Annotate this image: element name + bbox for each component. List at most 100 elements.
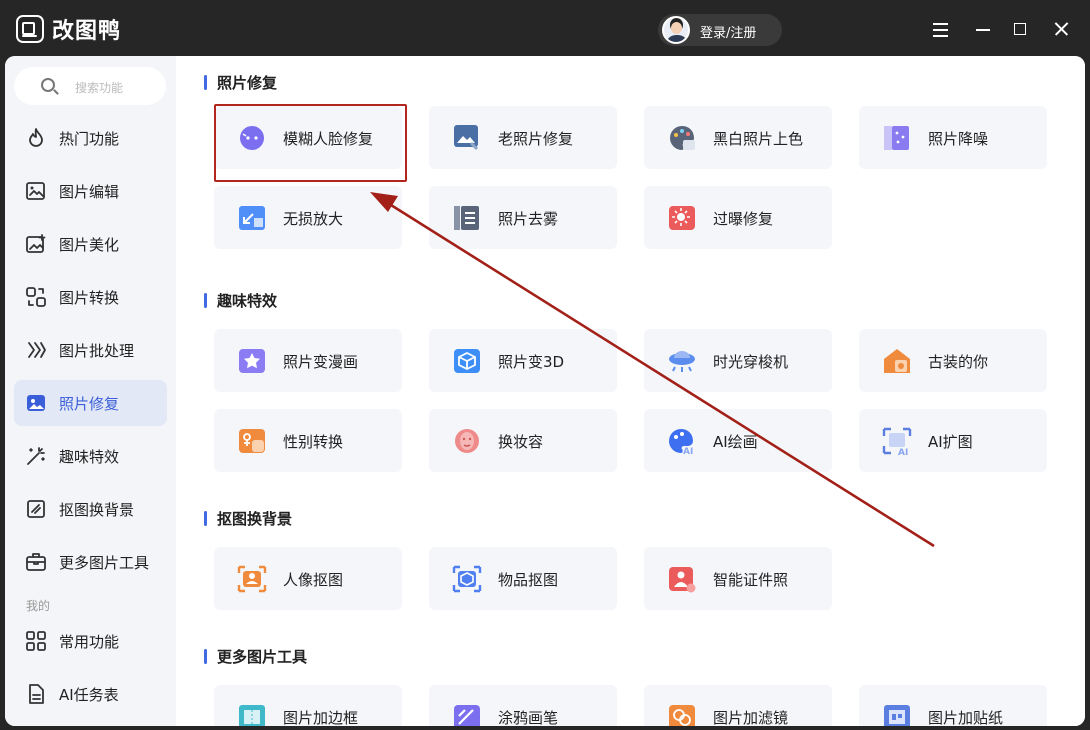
document-icon xyxy=(25,683,47,705)
tool-card-object-cutout[interactable]: 物品抠图 xyxy=(429,547,617,610)
tool-card-label: 照片降噪 xyxy=(928,130,989,148)
sidebar-item-batch[interactable]: 图片批处理 xyxy=(14,327,167,373)
frame-icon xyxy=(236,702,268,726)
tool-card-palette[interactable]: 黑白照片上色 xyxy=(644,106,832,169)
tool-card-label: 黑白照片上色 xyxy=(713,130,804,148)
sidebar-item-label: 图片编辑 xyxy=(59,183,120,201)
tool-card-label: 图片加贴纸 xyxy=(928,709,1004,726)
tool-card-label: 人像抠图 xyxy=(283,571,344,589)
login-button[interactable]: 登录/注册 xyxy=(658,14,782,46)
sidebar-item-cutout[interactable]: 抠图换背景 xyxy=(14,486,167,532)
sidebar-item-toolbox[interactable]: 更多图片工具 xyxy=(14,539,167,585)
tool-card-label: 照片去雾 xyxy=(498,210,559,228)
sidebar-item-image-beautify[interactable]: 图片美化 xyxy=(14,221,167,267)
tool-card-ai-expand[interactable]: AI AI扩图 xyxy=(859,409,1047,472)
sidebar-item-label: 图片美化 xyxy=(59,236,120,254)
sidebar-item-magic-wand[interactable]: 趣味特效 xyxy=(14,433,167,479)
id-photo-icon xyxy=(666,564,698,594)
search-icon xyxy=(41,78,55,92)
filter-icon xyxy=(666,702,698,726)
tool-card-label: 照片变3D xyxy=(498,353,565,371)
tool-card-label: 老照片修复 xyxy=(498,130,574,148)
search-box[interactable]: 搜索功能 xyxy=(14,67,166,105)
gender-swap-icon xyxy=(236,426,268,456)
tool-card-label: 时光穿梭机 xyxy=(713,353,789,371)
tool-card-label: 古装的你 xyxy=(928,353,989,371)
tool-card-old-photo[interactable]: 老照片修复 xyxy=(429,106,617,169)
ancient-costume-icon xyxy=(881,346,913,376)
tool-card-label: 涂鸦画笔 xyxy=(498,709,559,726)
sidebar-item-label: 更多图片工具 xyxy=(59,554,150,572)
tool-card-denoise[interactable]: 照片降噪 xyxy=(859,106,1047,169)
tool-card-dehaze[interactable]: 照片去雾 xyxy=(429,186,617,249)
close-icon[interactable] xyxy=(1046,14,1076,44)
tool-card-ai-paint[interactable]: AI AI绘画 xyxy=(644,409,832,472)
sidebar-item-label: AI任务表 xyxy=(59,686,119,704)
maximize-icon[interactable] xyxy=(1005,14,1035,44)
time-machine-icon xyxy=(666,346,698,376)
tool-card-label: 换妆容 xyxy=(498,433,544,451)
app-title: 改图鸭 xyxy=(52,19,122,44)
denoise-icon xyxy=(881,123,913,153)
tool-card-label: 无损放大 xyxy=(283,210,344,228)
sidebar-item-label: 照片修复 xyxy=(59,395,120,413)
tool-card-cube[interactable]: 照片变3D xyxy=(429,329,617,392)
cutout-icon xyxy=(25,498,47,520)
tool-card-label: 照片变漫画 xyxy=(283,353,359,371)
batch-icon xyxy=(25,339,47,361)
section-title: 更多图片工具 xyxy=(204,646,307,667)
tool-card-label: 图片加滤镜 xyxy=(713,709,789,726)
tool-card-id-photo[interactable]: 智能证件照 xyxy=(644,547,832,610)
app-window: 改图鸭 登录/注册 搜索功能 热门功能 图片编辑 图片美化 图片转换 图片批处理 照片修复… xyxy=(0,0,1090,730)
tool-card-portrait-cutout[interactable]: 人像抠图 xyxy=(214,547,402,610)
minimize-icon[interactable] xyxy=(968,14,998,44)
avatar xyxy=(662,16,690,44)
sidebar-item-label: 图片批处理 xyxy=(59,342,135,360)
tool-card-ancient-costume[interactable]: 古装的你 xyxy=(859,329,1047,392)
grid-icon xyxy=(25,630,47,652)
tool-card-makeup[interactable]: 换妆容 xyxy=(429,409,617,472)
tool-card-sticker[interactable]: 图片加贴纸 xyxy=(859,685,1047,726)
tool-card-time-machine[interactable]: 时光穿梭机 xyxy=(644,329,832,392)
fire-icon xyxy=(25,127,47,149)
menu-icon[interactable] xyxy=(925,14,955,44)
tool-card-enlarge[interactable]: 无损放大 xyxy=(214,186,402,249)
sidebar-item-document[interactable]: AI任务表 xyxy=(14,671,167,717)
sidebar-item-convert[interactable]: 图片转换 xyxy=(14,274,167,320)
sidebar-item-grid[interactable]: 常用功能 xyxy=(14,618,167,664)
tool-card-frame[interactable]: 图片加边框 xyxy=(214,685,402,726)
overexposure-icon xyxy=(666,203,698,233)
section-title: 趣味特效 xyxy=(204,290,277,311)
app-logo-icon xyxy=(16,15,44,43)
search-placeholder: 搜索功能 xyxy=(75,81,124,95)
tool-card-filter[interactable]: 图片加滤镜 xyxy=(644,685,832,726)
tool-card-label: 物品抠图 xyxy=(498,571,559,589)
sidebar-item-fire[interactable]: 热门功能 xyxy=(14,115,167,161)
sticker-icon xyxy=(881,702,913,726)
sidebar-item-image-edit[interactable]: 图片编辑 xyxy=(14,168,167,214)
tool-card-label: 图片加边框 xyxy=(283,709,359,726)
tool-card-label: AI绘画 xyxy=(713,433,758,451)
object-cutout-icon xyxy=(451,564,483,594)
login-label: 登录/注册 xyxy=(700,26,757,41)
toolbox-icon xyxy=(25,551,47,573)
sidebar-item-label: 热门功能 xyxy=(59,130,120,148)
convert-icon xyxy=(25,286,47,308)
brush-icon xyxy=(451,702,483,726)
tool-card-label: AI扩图 xyxy=(928,433,973,451)
tool-card-brush[interactable]: 涂鸦画笔 xyxy=(429,685,617,726)
svg-text:AI: AI xyxy=(683,447,693,456)
sidebar-item-photo-repair[interactable]: 照片修复 xyxy=(14,380,167,426)
sidebar-item-label: 常用功能 xyxy=(59,633,120,651)
tool-card-overexposure[interactable]: 过曝修复 xyxy=(644,186,832,249)
ai-expand-icon: AI xyxy=(881,426,913,458)
tool-card-comic[interactable]: 照片变漫画 xyxy=(214,329,402,392)
sidebar-item-label: 趣味特效 xyxy=(59,448,120,466)
title-bar: 改图鸭 登录/注册 xyxy=(0,0,1090,58)
sidebar-item-label: 抠图换背景 xyxy=(59,501,135,519)
tool-card-gender-swap[interactable]: 性别转换 xyxy=(214,409,402,472)
section-title: 照片修复 xyxy=(204,72,277,93)
sidebar: 搜索功能 热门功能图片编辑图片美化图片转换图片批处理照片修复趣味特效抠图换背景更… xyxy=(5,56,176,726)
makeup-icon xyxy=(451,426,483,456)
cube-icon xyxy=(451,346,483,376)
